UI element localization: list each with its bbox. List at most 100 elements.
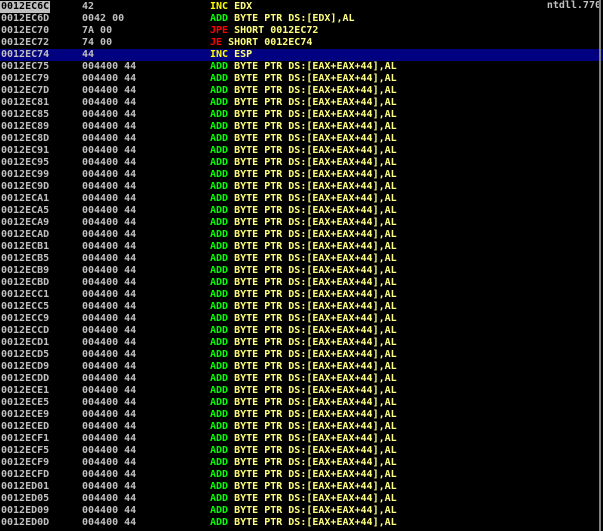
hex-dump-cell: 004400 44 [82, 157, 137, 168]
instruction-row[interactable]: 0012ECD1 004400 44 ADD BYTE PTR DS:[EAX+EA… [0, 337, 603, 349]
hex-dump-cell: 7A 00 [82, 25, 113, 36]
operands: BYTE PTR DS:[EAX+EAX+44],AL [234, 301, 397, 312]
disassembly-cell: ADD BYTE PTR DS:[EAX+EAX+44],AL [210, 145, 397, 157]
hex-dump-cell: 004400 44 [82, 229, 137, 240]
mnemonic: ADD [210, 289, 229, 300]
mnemonic: ADD [210, 385, 229, 396]
disassembly-cell: ADD BYTE PTR DS:[EAX+EAX+44],AL [210, 229, 397, 241]
hex-dump-cell: 004400 44 [82, 97, 137, 108]
instruction-row[interactable]: 0012ECF5 004400 44 ADD BYTE PTR DS:[EAX+EA… [0, 445, 603, 457]
instruction-row[interactable]: 0012ECB9 004400 44 ADD BYTE PTR DS:[EAX+EA… [0, 265, 603, 277]
hex-dump-cell: 004400 44 [82, 337, 137, 348]
mnemonic: ADD [210, 85, 229, 96]
instruction-row[interactable]: 0012EC91 004400 44 ADD BYTE PTR DS:[EAX+EA… [0, 145, 603, 157]
instruction-row[interactable]: 0012EC81 004400 44 ADD BYTE PTR DS:[EAX+EA… [0, 97, 603, 109]
instruction-row[interactable]: 0012ED0D 004400 44 ADD BYTE PTR DS:[EAX+EA… [0, 517, 603, 529]
instruction-row[interactable]: 0012EC70 7A 00 JPE SHORT 0012EC72 [0, 25, 603, 37]
mnemonic: ADD [210, 481, 229, 492]
instruction-row[interactable]: 0012ECCD 004400 44 ADD BYTE PTR DS:[EAX+EA… [0, 325, 603, 337]
instruction-row[interactable]: 0012ECAD 004400 44 ADD BYTE PTR DS:[EAX+EA… [0, 229, 603, 241]
instruction-row[interactable]: 0012EC72 74 00 JE SHORT 0012EC74 [0, 37, 603, 49]
address-cell: 0012EC89 [1, 121, 50, 132]
instruction-row[interactable]: 0012ECF9 004400 44 ADD BYTE PTR DS:[EAX+EA… [0, 457, 603, 469]
instruction-row[interactable]: 0012ECD9 004400 44 ADD BYTE PTR DS:[EAX+EA… [0, 361, 603, 373]
hex-dump-cell: 0042 00 [82, 13, 125, 24]
hex-dump-cell: 004400 44 [82, 433, 137, 444]
mnemonic: JE [210, 37, 223, 48]
instruction-row[interactable]: 0012EC75 004400 44 ADD BYTE PTR DS:[EAX+EA… [0, 61, 603, 73]
hex-dump-cell: 004400 44 [82, 241, 137, 252]
disassembly-cell: ADD BYTE PTR DS:[EAX+EAX+44],AL [210, 73, 397, 85]
operands: BYTE PTR DS:[EAX+EAX+44],AL [234, 349, 397, 360]
instruction-row[interactable]: 0012ECB1 004400 44 ADD BYTE PTR DS:[EAX+EA… [0, 241, 603, 253]
instruction-row[interactable]: 0012ED01 004400 44 ADD BYTE PTR DS:[EAX+EA… [0, 481, 603, 493]
instruction-row[interactable]: 0012EC6C 42 INC EDX [0, 1, 603, 13]
instruction-row[interactable]: 0012ECC9 004400 44 ADD BYTE PTR DS:[EAX+EA… [0, 313, 603, 325]
operands: BYTE PTR DS:[EAX+EAX+44],AL [234, 241, 397, 252]
address-cell: 0012EC7D [1, 85, 50, 96]
instruction-row[interactable]: 0012ECA9 004400 44 ADD BYTE PTR DS:[EAX+EA… [0, 217, 603, 229]
instruction-row[interactable]: 0012EC7D 004400 44 ADD BYTE PTR DS:[EAX+EA… [0, 85, 603, 97]
operands: BYTE PTR DS:[EAX+EAX+44],AL [234, 217, 397, 228]
disassembly-pane[interactable]: ntdll.770 0012EC6C 42 INC EDX 0012EC6D 0042 … [0, 0, 603, 531]
operands: BYTE PTR DS:[EAX+EAX+44],AL [234, 85, 397, 96]
disassembly-cell: ADD BYTE PTR DS:[EAX+EAX+44],AL [210, 301, 397, 313]
address-cell: 0012EC75 [1, 61, 50, 72]
instruction-row[interactable]: 0012ECE1 004400 44 ADD BYTE PTR DS:[EAX+EA… [0, 385, 603, 397]
disassembly-cell: ADD BYTE PTR DS:[EAX+EAX+44],AL [210, 289, 397, 301]
instruction-row[interactable]: 0012EC79 004400 44 ADD BYTE PTR DS:[EAX+EA… [0, 73, 603, 85]
address-cell: 0012EC8D [1, 133, 50, 144]
operands: BYTE PTR DS:[EAX+EAX+44],AL [234, 397, 397, 408]
disassembly-cell: ADD BYTE PTR DS:[EAX+EAX+44],AL [210, 349, 397, 361]
instruction-row[interactable]: 0012EC8D 004400 44 ADD BYTE PTR DS:[EAX+EA… [0, 133, 603, 145]
instruction-row[interactable]: 0012ECC1 004400 44 ADD BYTE PTR DS:[EAX+EA… [0, 289, 603, 301]
address-cell: 0012EC70 [1, 25, 50, 36]
mnemonic: ADD [210, 433, 229, 444]
instruction-row[interactable]: 0012ED05 004400 44 ADD BYTE PTR DS:[EAX+EA… [0, 493, 603, 505]
address-cell: 0012ED0D [1, 517, 50, 528]
address-cell: 0012ECC1 [1, 289, 50, 300]
instruction-row[interactable]: 0012EC95 004400 44 ADD BYTE PTR DS:[EAX+EA… [0, 157, 603, 169]
mnemonic: JPE [210, 25, 229, 36]
instruction-row[interactable]: 0012EC85 004400 44 ADD BYTE PTR DS:[EAX+EA… [0, 109, 603, 121]
mnemonic: ADD [210, 181, 229, 192]
mnemonic: ADD [210, 241, 229, 252]
address-cell: 0012ECA9 [1, 217, 50, 228]
hex-dump-cell: 004400 44 [82, 361, 137, 372]
disassembly-cell: ADD BYTE PTR DS:[EAX+EAX+44],AL [210, 133, 397, 145]
instruction-row[interactable]: 0012ECBD 004400 44 ADD BYTE PTR DS:[EAX+EA… [0, 277, 603, 289]
instruction-row[interactable]: 0012ECE9 004400 44 ADD BYTE PTR DS:[EAX+EA… [0, 409, 603, 421]
operands: BYTE PTR DS:[EAX+EAX+44],AL [234, 481, 397, 492]
instruction-row[interactable]: 0012ECE5 004400 44 ADD BYTE PTR DS:[EAX+EA… [0, 397, 603, 409]
instruction-row[interactable]: 0012ECB5 004400 44 ADD BYTE PTR DS:[EAX+EA… [0, 253, 603, 265]
instruction-row[interactable]: 0012ECF1 004400 44 ADD BYTE PTR DS:[EAX+EA… [0, 433, 603, 445]
hex-dump-cell: 004400 44 [82, 169, 137, 180]
mnemonic: ADD [210, 229, 229, 240]
instruction-row[interactable]: 0012EC99 004400 44 ADD BYTE PTR DS:[EAX+EA… [0, 169, 603, 181]
instruction-row[interactable]: 0012ECED 004400 44 ADD BYTE PTR DS:[EAX+EA… [0, 421, 603, 433]
instruction-row[interactable]: 0012ECD5 004400 44 ADD BYTE PTR DS:[EAX+EA… [0, 349, 603, 361]
address-cell: 0012ECE9 [1, 409, 50, 420]
operands: BYTE PTR DS:[EAX+EAX+44],AL [234, 121, 397, 132]
instruction-row[interactable]: 0012ECA1 004400 44 ADD BYTE PTR DS:[EAX+EA… [0, 193, 603, 205]
disassembly-cell: ADD BYTE PTR DS:[EAX+EAX+44],AL [210, 109, 397, 121]
instruction-row[interactable]: 0012EC9D 004400 44 ADD BYTE PTR DS:[EAX+EA… [0, 181, 603, 193]
operands: BYTE PTR DS:[EAX+EAX+44],AL [234, 169, 397, 180]
mnemonic: ADD [210, 517, 229, 528]
instruction-row[interactable]: 0012EC6D 0042 00 ADD BYTE PTR DS:[EDX],AL [0, 13, 603, 25]
hex-dump-cell: 004400 44 [82, 301, 137, 312]
instruction-row[interactable]: 0012ECFD 004400 44 ADD BYTE PTR DS:[EAX+EA… [0, 469, 603, 481]
instruction-row[interactable]: 0012ECDD 004400 44 ADD BYTE PTR DS:[EAX+EA… [0, 373, 603, 385]
disassembly-cell: ADD BYTE PTR DS:[EAX+EAX+44],AL [210, 277, 397, 289]
hex-dump-cell: 004400 44 [82, 313, 137, 324]
address-cell: 0012EC95 [1, 157, 50, 168]
instruction-row[interactable]: 0012ECC5 004400 44 ADD BYTE PTR DS:[EAX+EA… [0, 301, 603, 313]
pane-border [599, 0, 601, 531]
instruction-row[interactable]: 0012EC74 44 INC ESP [0, 49, 603, 61]
instruction-row[interactable]: 0012ED09 004400 44 ADD BYTE PTR DS:[EAX+EA… [0, 505, 603, 517]
mnemonic: ADD [210, 337, 229, 348]
instruction-row[interactable]: 0012ECA5 004400 44 ADD BYTE PTR DS:[EAX+EA… [0, 205, 603, 217]
instruction-row[interactable]: 0012EC89 004400 44 ADD BYTE PTR DS:[EAX+EA… [0, 121, 603, 133]
hex-dump-cell: 004400 44 [82, 277, 137, 288]
disassembly-cell: ADD BYTE PTR DS:[EAX+EAX+44],AL [210, 193, 397, 205]
